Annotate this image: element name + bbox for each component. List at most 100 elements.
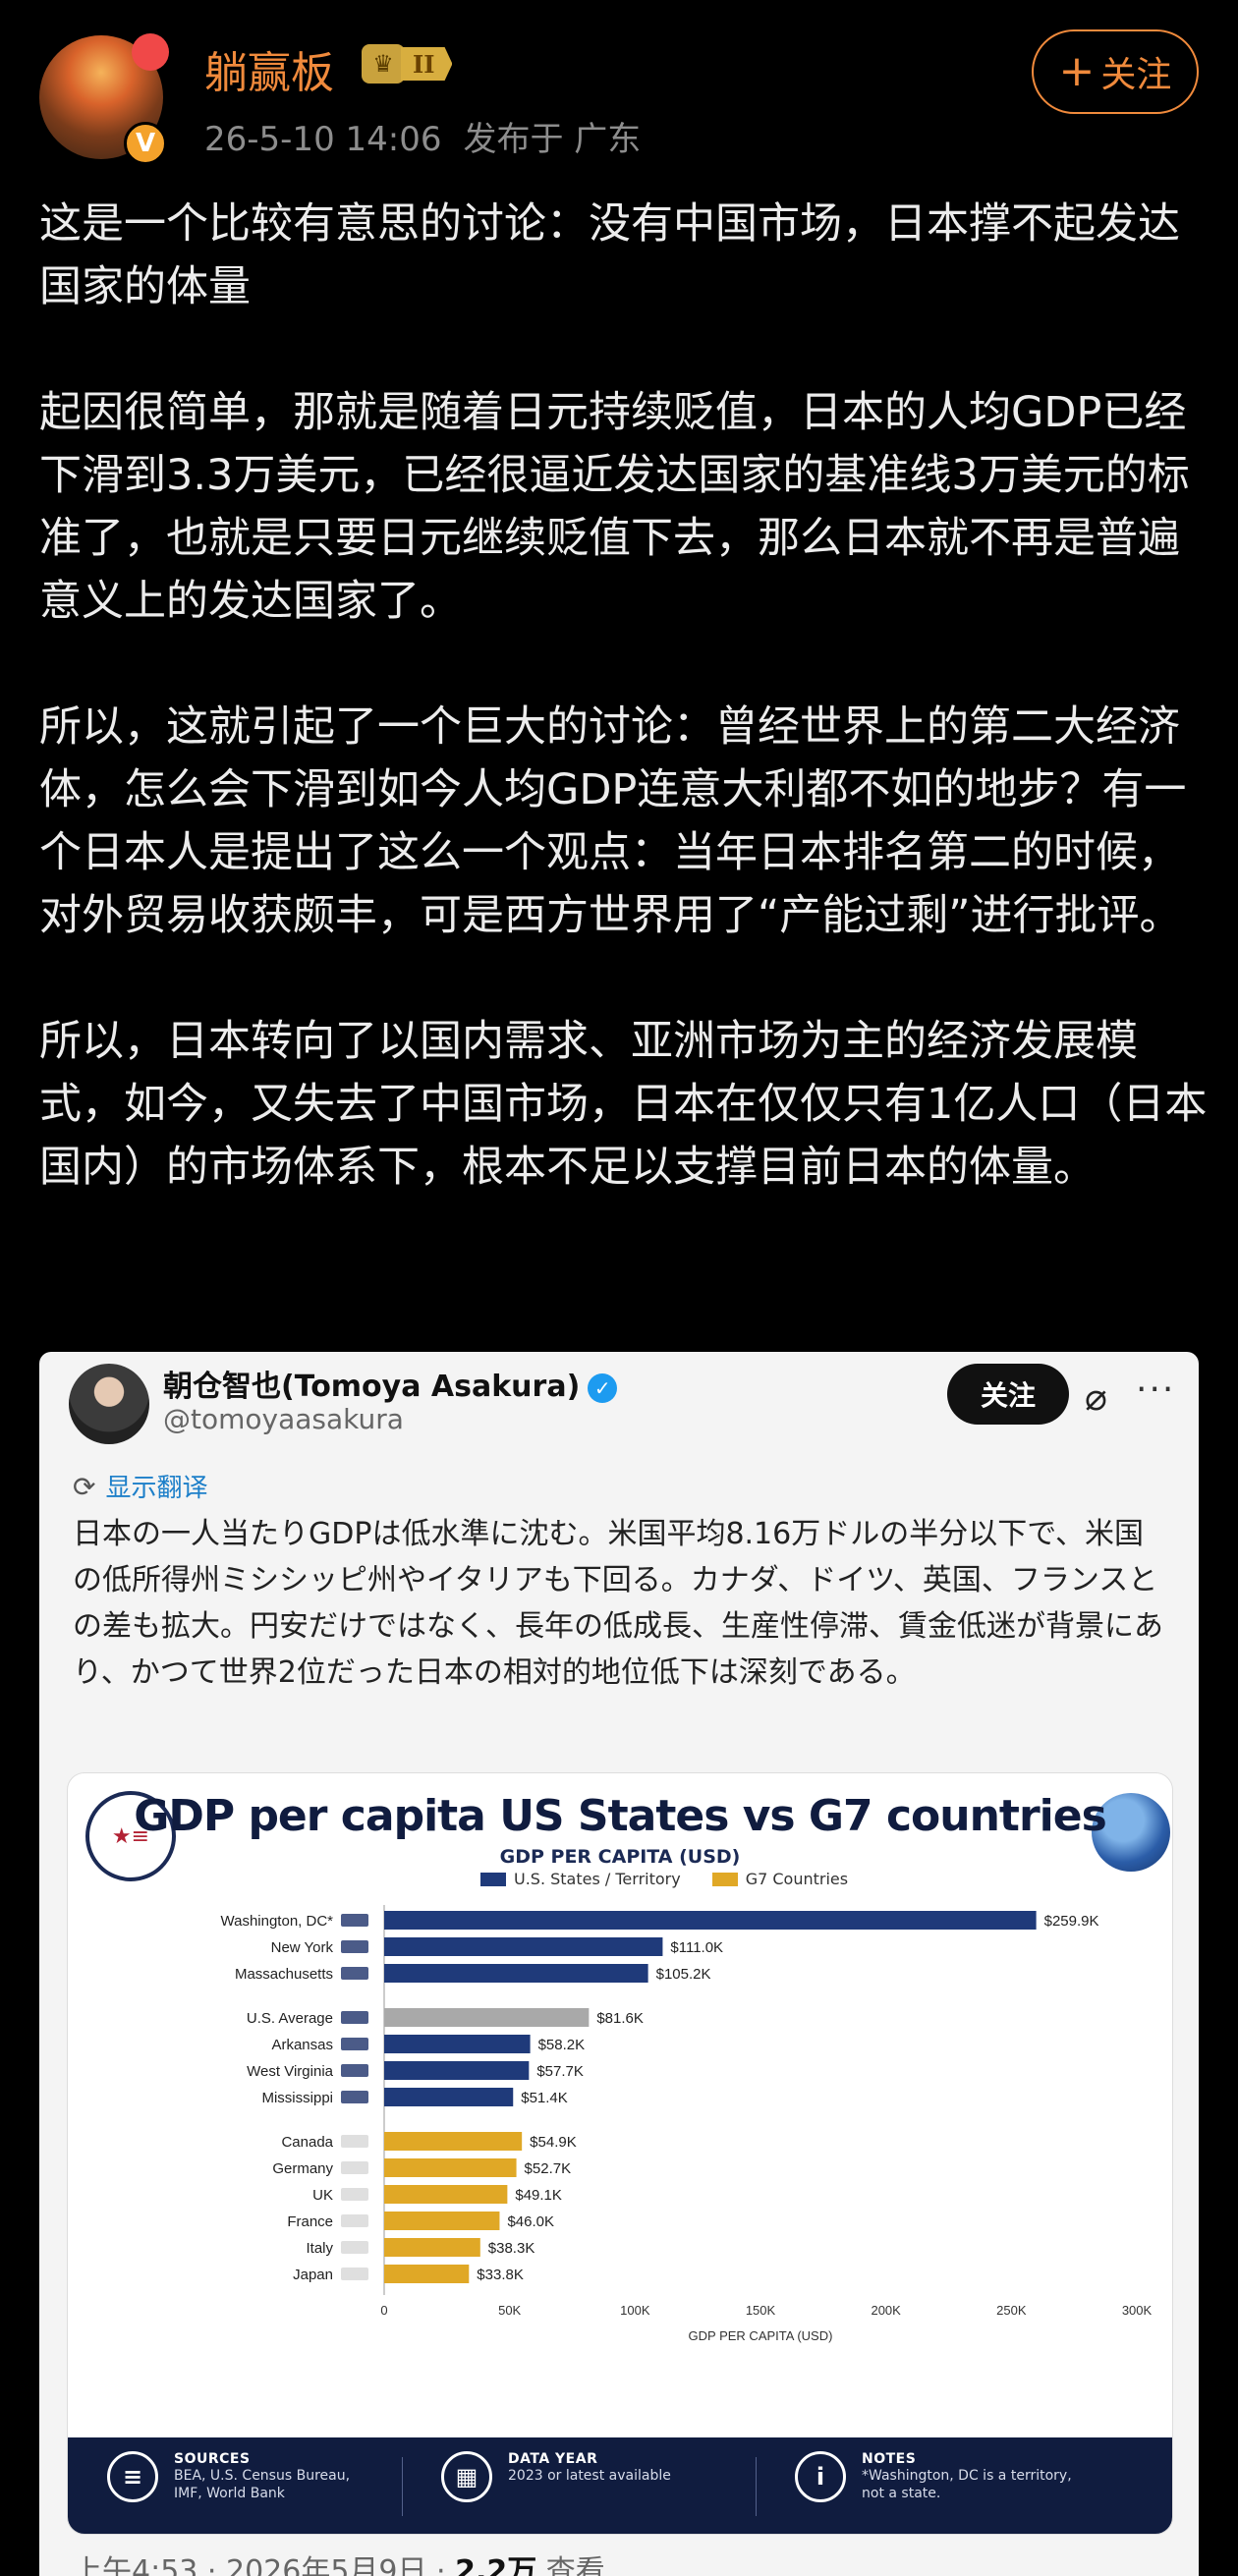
flag-icon-italy xyxy=(341,2241,368,2254)
sources-block: ≡ SOURCES BEA, U.S. Census Bureau, IMF, … xyxy=(107,2451,350,2502)
x-tick-label: 100K xyxy=(620,2303,650,2318)
post-paragraph: 所以，这就引起了一个巨大的讨论：曾经世界上的第二大经济体，怎么会下滑到如今人均G… xyxy=(39,702,1187,940)
bar-label-canada: Canada xyxy=(281,2134,333,2151)
verified-v-icon: V xyxy=(124,122,167,165)
notes-block: i NOTES *Washington, DC is a territory, … xyxy=(795,2451,1072,2502)
bar-label-germany: Germany xyxy=(272,2160,333,2177)
bar-label-mississippi: Mississippi xyxy=(261,2090,333,2106)
x-tick-label: 150K xyxy=(746,2303,776,2318)
value-label-canada: $54.9K xyxy=(530,2134,577,2151)
calendar-icon: ▦ xyxy=(441,2451,492,2502)
bar-label-washington-dc: Washington, DC* xyxy=(221,1913,334,1930)
level-tag: II xyxy=(401,47,453,81)
value-label-west-virginia: $57.7K xyxy=(536,2063,584,2080)
bar-massachusetts xyxy=(384,1964,648,1983)
value-label-uk: $49.1K xyxy=(515,2187,562,2204)
bar-label-new-york: New York xyxy=(271,1939,334,1956)
bar-canada xyxy=(384,2132,523,2151)
x-tick-label: 250K xyxy=(996,2303,1027,2318)
bar-label-japan: Japan xyxy=(293,2267,333,2283)
tweet-view-count: 2.2万 xyxy=(455,2554,537,2576)
notification-dot xyxy=(132,33,169,71)
flag-icon-mississippi xyxy=(341,2091,368,2103)
flag-icon-france xyxy=(341,2214,368,2227)
value-label-italy: $38.3K xyxy=(488,2240,535,2257)
value-label-france: $46.0K xyxy=(507,2213,554,2230)
bar-arkansas xyxy=(384,2035,531,2053)
bar-label-uk: UK xyxy=(312,2187,333,2204)
x-tick-label: 50K xyxy=(498,2303,521,2318)
tweet-views-label: 查看 xyxy=(536,2554,605,2576)
translate-icon: ⟳ xyxy=(73,1471,96,1503)
infographic-title: GDP per capita US States vs G7 countries xyxy=(134,1791,1107,1841)
post-paragraph: 起因很简单，那就是随着日元持续贬值，日本的人均GDP已经下滑到3.3万美元，已经… xyxy=(39,388,1190,626)
bar-italy xyxy=(384,2238,480,2257)
sources-line: IMF, World Bank xyxy=(174,2486,285,2501)
author-name[interactable]: 躺赢板 xyxy=(204,37,334,100)
level-badge[interactable]: ♛ II xyxy=(362,43,485,84)
chart-legend: U.S. States / Territory G7 Countries xyxy=(480,1870,848,1888)
legend-item-g7: G7 Countries xyxy=(711,1870,848,1888)
value-label-germany: $52.7K xyxy=(525,2160,572,2177)
tweet-author-handle: @tomoyaasakura xyxy=(163,1403,404,1435)
value-label-massachusetts: $105.2K xyxy=(656,1966,711,1983)
bar-japan xyxy=(384,2265,470,2283)
x-axis-label: GDP PER CAPITA (USD) xyxy=(689,2328,833,2343)
bar-germany xyxy=(384,2158,517,2177)
flag-icon-u-s-average xyxy=(341,2011,368,2024)
legend-item-us: U.S. States / Territory xyxy=(480,1870,681,1888)
post-paragraph: 所以，日本转向了以国内需求、亚洲市场为主的经济发展模式，如今，又失去了中国市场，… xyxy=(39,1017,1208,1192)
value-label-new-york: $111.0K xyxy=(670,1939,723,1956)
notes-line: *Washington, DC is a territory, xyxy=(862,2468,1072,2484)
value-label-u-s-average: $81.6K xyxy=(596,2010,644,2027)
legend-swatch-g7 xyxy=(711,1872,738,1886)
flag-icon-massachusetts xyxy=(341,1967,368,1980)
follow-button[interactable]: + 关注 xyxy=(1032,29,1199,114)
post-meta: 26-5-10 14:06 发布于 广东 xyxy=(204,112,662,160)
grok-icon: ⌀ xyxy=(1085,1375,1107,1419)
sources-line: BEA, U.S. Census Bureau, xyxy=(174,2468,351,2484)
bar-label-arkansas: Arkansas xyxy=(271,2037,333,2053)
chart-title: GDP PER CAPITA (USD) xyxy=(499,1846,741,1868)
post-time: 26-5-10 14:06 xyxy=(204,120,442,159)
bar-label-france: France xyxy=(287,2213,333,2230)
value-label-washington-dc: $259.9K xyxy=(1044,1913,1099,1930)
tweet-footer: 上午4:53 · 2026年5月9日 · 2.2万 查看 xyxy=(73,2547,605,2576)
flag-icon-arkansas xyxy=(341,2038,368,2050)
tweet-timestamp: 上午4:53 · 2026年5月9日 · xyxy=(73,2554,456,2576)
footer-divider xyxy=(402,2457,403,2516)
data-year-block: ▦ DATA YEAR 2023 or latest available xyxy=(441,2451,671,2502)
verified-check-icon: ✓ xyxy=(588,1372,618,1403)
bar-label-italy: Italy xyxy=(306,2240,333,2257)
clipboard-icon: ≡ xyxy=(107,2451,158,2502)
post-paragraph: 这是一个比较有意思的讨论：没有中国市场，日本撑不起发达国家的体量 xyxy=(39,199,1180,311)
embedded-tweet-image[interactable]: 朝仓智也(Tomoya Asakura) ✓ @tomoyaasakura 关注 … xyxy=(39,1352,1199,2576)
data-year-heading: DATA YEAR xyxy=(508,2451,598,2467)
bar-mississippi xyxy=(384,2088,514,2106)
flag-icon-japan xyxy=(341,2268,368,2280)
bar-u-s-average xyxy=(384,2008,590,2027)
flag-icon-new-york xyxy=(341,1940,368,1953)
data-year-line: 2023 or latest available xyxy=(508,2468,671,2484)
tweet-author-avatar xyxy=(69,1364,149,1444)
x-tick-label: 200K xyxy=(871,2303,901,2318)
bar-france xyxy=(384,2212,500,2230)
flag-icon-germany xyxy=(341,2161,368,2174)
footer-divider xyxy=(756,2457,757,2516)
plus-icon: + xyxy=(1058,46,1096,96)
flag-icon-washington-dc xyxy=(341,1914,368,1927)
bar-label-u-s-average: U.S. Average xyxy=(247,2010,333,2027)
tweet-text: 日本の一人当たりGDPは低水準に沈む。米国平均8.16万ドルの半分以下で、米国の… xyxy=(73,1517,1163,1690)
x-tick-label: 300K xyxy=(1122,2303,1153,2318)
flag-icon-uk xyxy=(341,2188,368,2201)
value-label-japan: $33.8K xyxy=(477,2267,524,2283)
translate-label: 显示翻译 xyxy=(105,1474,208,1503)
follow-label: 关注 xyxy=(1100,55,1172,95)
tweet-author-name-text: 朝仓智也(Tomoya Asakura) xyxy=(163,1370,581,1404)
crown-icon: ♛ xyxy=(362,44,405,84)
legend-swatch-us xyxy=(480,1872,506,1886)
bar-label-west-virginia: West Virginia xyxy=(247,2063,333,2080)
post-header: V 躺赢板 ♛ II 26-5-10 14:06 发布于 广东 + 关注 xyxy=(0,0,1238,177)
bar-uk xyxy=(384,2185,508,2204)
show-translation: ⟳ 显示翻译 xyxy=(73,1468,207,1504)
